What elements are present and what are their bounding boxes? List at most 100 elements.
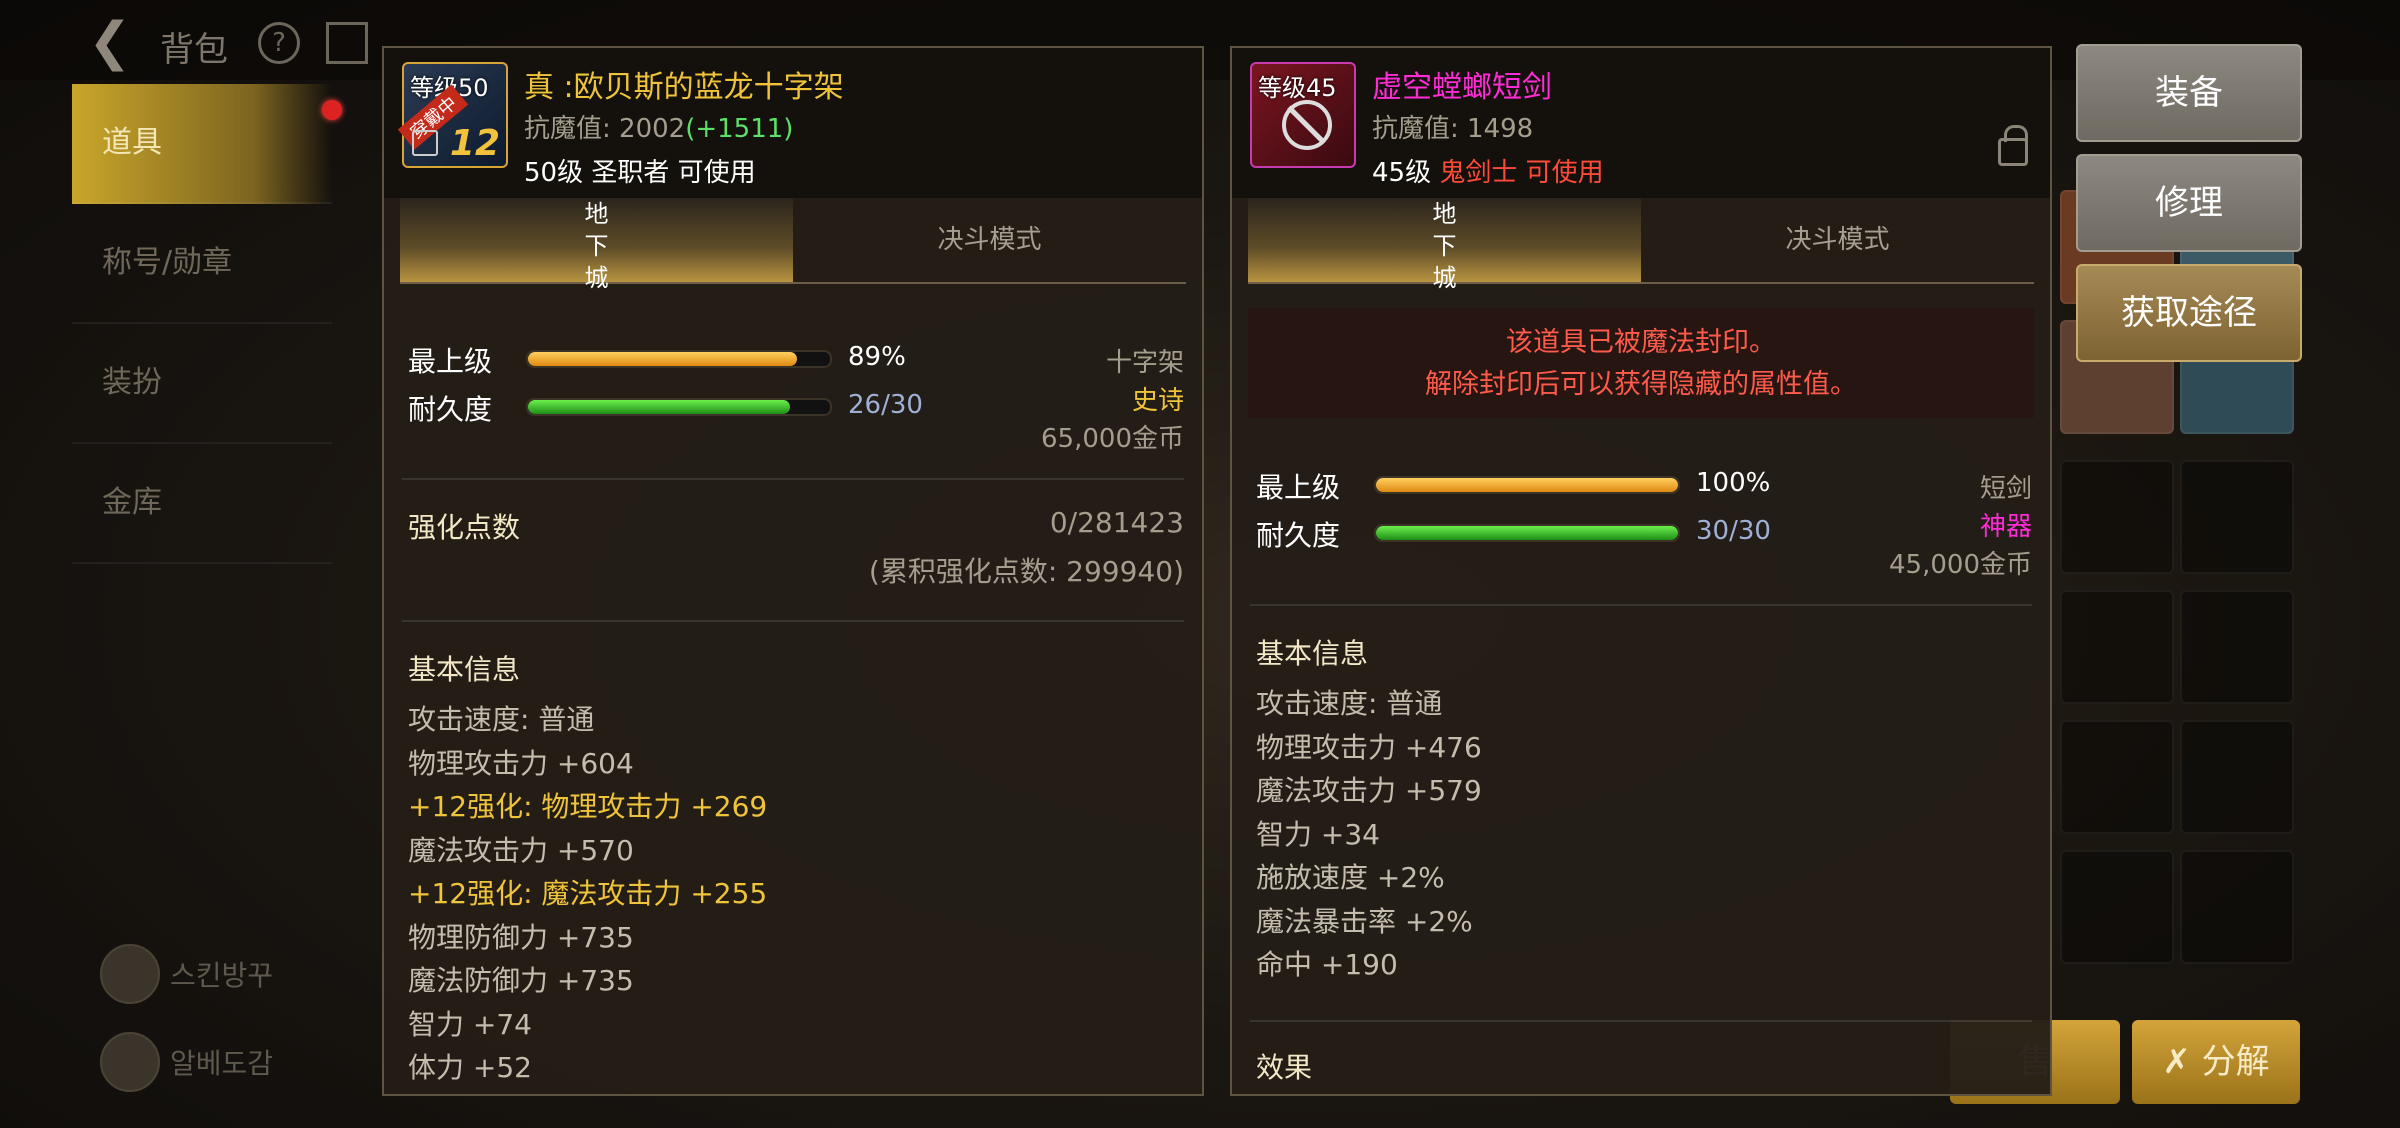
- sidebar-item-label: 装扮: [102, 365, 162, 400]
- item-name: 真 :欧贝斯的蓝龙十字架: [524, 70, 844, 105]
- tab-dungeon[interactable]: 地 下 城: [400, 198, 793, 292]
- enhance-points-total: (累积强化点数: 299940): [868, 555, 1184, 588]
- requirement-row: 45级 鬼剑士 可使用: [1372, 152, 1604, 189]
- sidebar: 道具 称号/勋章 装扮 金库: [72, 84, 342, 564]
- sidebar-item-vault[interactable]: 金库: [72, 444, 332, 564]
- item-icon[interactable]: 等级45: [1250, 62, 1356, 168]
- equipped-item-panel: 等级50 穿戴中 12 真 :欧贝斯的蓝龙十字架 抗魔值: 2002(+1511…: [382, 46, 1204, 1096]
- durability-label: 耐久度: [408, 393, 493, 426]
- help-icon[interactable]: ?: [258, 22, 300, 64]
- inventory-slot[interactable]: [2180, 460, 2294, 574]
- sidebar-bottom-label: 스킨방꾸: [170, 959, 274, 992]
- lock-icon: [412, 130, 438, 156]
- attribute-row: 魔法暴击率 +2%: [1256, 905, 1473, 938]
- requirement-row: 50级 圣职者 可使用: [524, 152, 756, 189]
- resist-value: 1498: [1467, 114, 1534, 144]
- item-rarity: 神器: [1979, 512, 2032, 542]
- lock-icon[interactable]: [1998, 125, 2028, 166]
- equip-button[interactable]: 装备: [2076, 44, 2302, 142]
- durability-value: 26/30: [848, 390, 923, 420]
- obtain-source-button[interactable]: 获取途径: [2076, 264, 2302, 362]
- basic-info-title: 基本信息: [408, 653, 521, 686]
- grade-bar: [526, 350, 832, 368]
- required-level: 45级: [1372, 158, 1432, 188]
- notification-dot: [322, 100, 342, 120]
- attribute-row: 攻击速度: 普通: [1256, 687, 1443, 720]
- tab-duel[interactable]: 决斗模式: [1641, 198, 2034, 282]
- effect-title: 效果: [1256, 1051, 1313, 1084]
- attribute-row: 魔法防御力 +735: [408, 964, 634, 997]
- durability-label: 耐久度: [1256, 519, 1341, 552]
- attribute-row: 智力 +34: [1256, 818, 1380, 851]
- durability-value: 30/30: [1696, 516, 1771, 546]
- durability-bar-fill: [528, 400, 790, 414]
- tab-dungeon[interactable]: 地 下 城: [1248, 198, 1641, 292]
- required-class: 圣职者: [591, 158, 670, 188]
- attribute-row: 命中 +190: [1256, 948, 1398, 981]
- page-title: 背包: [160, 30, 228, 70]
- resist-label: 抗魔值:: [524, 114, 611, 144]
- item-rarity: 史诗: [1131, 386, 1184, 416]
- grade-bar: [1374, 476, 1680, 494]
- durability-bar: [526, 398, 832, 416]
- item-price: 45,000金币: [1889, 550, 2032, 580]
- inventory-slot[interactable]: [2060, 590, 2174, 704]
- sidebar-item-titles[interactable]: 称号/勋章: [72, 204, 332, 324]
- divider: [402, 620, 1184, 622]
- sidebar-item-label: 称号/勋章: [102, 245, 233, 280]
- inventory-slot[interactable]: [2060, 850, 2174, 964]
- divider: [1250, 1020, 2032, 1022]
- divider: [402, 478, 1184, 480]
- sidebar-item-costume[interactable]: 装扮: [72, 324, 332, 444]
- grade-value: 89%: [848, 342, 906, 372]
- sort-icon[interactable]: [326, 22, 368, 64]
- inventory-slot[interactable]: [2180, 850, 2294, 964]
- attribute-row: 物理防御力 +735: [408, 921, 634, 954]
- attribute-row: 物理攻击力 +604: [408, 747, 634, 780]
- compare-item-panel: 等级45 虚空螳螂短剑 抗魔值: 1498 45级 鬼剑士 可使用 地 下 城 …: [1230, 46, 2052, 1096]
- resist-value: 2002: [619, 114, 686, 144]
- collection-icon[interactable]: [100, 1032, 160, 1092]
- item-type: 十字架: [1105, 348, 1184, 378]
- skin-icon[interactable]: [100, 944, 160, 1004]
- attribute-row-enhanced: +12强化: 物理攻击力 +269: [408, 790, 768, 823]
- required-class: 鬼剑士: [1439, 158, 1518, 188]
- attribute-row: 攻击速度: 普通: [408, 703, 595, 736]
- sealed-icon: [1282, 100, 1332, 150]
- grade-value: 100%: [1696, 468, 1771, 498]
- durability-bar: [1374, 524, 1680, 542]
- enhance-points-value: 0/281423: [1049, 506, 1184, 539]
- inventory-slot[interactable]: [2060, 460, 2174, 574]
- seal-notice-line: 解除封印后可以获得隐藏的属性值。: [1425, 369, 1857, 400]
- inventory-slot[interactable]: [2180, 590, 2294, 704]
- resist-label: 抗魔值:: [1372, 114, 1459, 144]
- grade-label: 最上级: [1256, 471, 1341, 504]
- item-header: 等级45 虚空螳螂短剑 抗魔值: 1498 45级 鬼剑士 可使用: [1232, 48, 2050, 198]
- attribute-row: 体力 +52: [408, 1051, 532, 1084]
- inventory-slot[interactable]: [2180, 720, 2294, 834]
- item-price: 65,000金币: [1041, 424, 1184, 454]
- item-header: 等级50 穿戴中 12 真 :欧贝斯的蓝龙十字架 抗魔值: 2002(+1511…: [384, 48, 1202, 198]
- seal-notice-line: 该道具已被魔法封印。: [1506, 327, 1776, 358]
- tab-label: 地 下 城: [584, 200, 609, 292]
- attribute-row: 物理攻击力 +476: [1256, 731, 1482, 764]
- sidebar-item-items[interactable]: 道具: [72, 84, 332, 204]
- repair-button[interactable]: 修理: [2076, 154, 2302, 252]
- durability-bar-fill: [1376, 526, 1678, 540]
- sidebar-item-label: 道具: [102, 125, 162, 160]
- mode-tabs: 地 下 城 决斗模式: [400, 198, 1186, 292]
- back-arrow-icon[interactable]: ❮: [88, 14, 144, 70]
- disassemble-button[interactable]: ✗ 分解: [2132, 1020, 2300, 1104]
- basic-info-title: 基本信息: [1256, 637, 1369, 670]
- item-level: 等级45: [1258, 74, 1337, 102]
- enhance-points-label: 强化点数: [408, 511, 521, 544]
- item-name: 虚空螳螂短剑: [1372, 70, 1552, 105]
- tab-duel[interactable]: 决斗模式: [793, 198, 1186, 282]
- item-icon[interactable]: 等级50 穿戴中 12: [397, 62, 508, 168]
- inventory-slot[interactable]: [2060, 720, 2174, 834]
- enhance-level: 12: [449, 123, 500, 164]
- item-type: 短剑: [1979, 474, 2032, 504]
- attribute-row: 智力 +74: [408, 1008, 532, 1041]
- mode-tabs: 地 下 城 决斗模式: [1248, 198, 2034, 292]
- sidebar-bottom-label: 알베도감: [170, 1047, 274, 1080]
